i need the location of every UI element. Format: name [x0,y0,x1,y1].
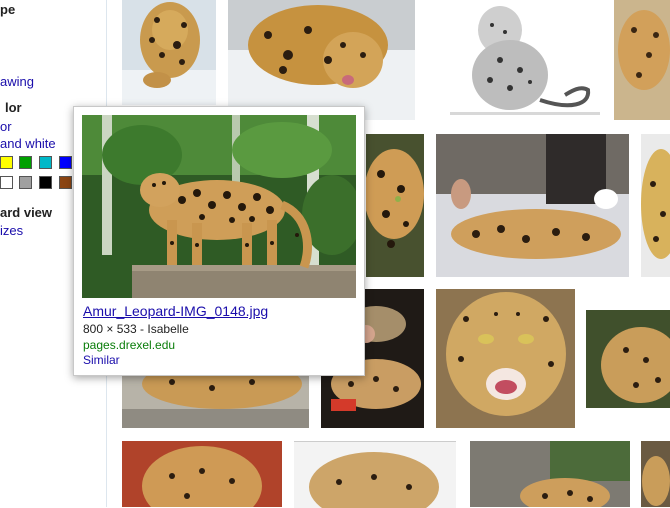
image-result[interactable] [614,0,670,120]
image-result[interactable] [470,441,630,507]
show-sizes-link[interactable]: izes [0,223,23,238]
preview-title-link[interactable]: Amur_Leopard-IMG_0148.jpg [83,303,268,319]
image-result[interactable] [641,134,670,277]
image-result[interactable] [586,310,670,408]
image-result[interactable] [430,0,612,120]
view-heading: ard view [0,205,53,220]
image-result[interactable] [366,134,424,277]
preview-dimensions: 800 × 533 - Isabelle [83,322,189,336]
swatch-white[interactable] [0,176,13,189]
image-result[interactable] [641,441,670,507]
image-result[interactable] [122,441,282,507]
image-result[interactable] [122,0,216,105]
preview-image[interactable] [82,115,356,298]
color-black-white-link[interactable]: and white [0,136,56,151]
swatch-yellow[interactable] [0,156,13,169]
swatch-black[interactable] [39,176,52,189]
image-result[interactable] [122,374,309,428]
color-heading: lor [5,100,22,115]
image-result[interactable] [294,441,456,508]
swatch-green[interactable] [19,156,32,169]
similar-images-link[interactable]: Similar [83,353,120,367]
swatch-gray[interactable] [19,176,32,189]
color-full-link[interactable]: or [0,119,12,134]
swatch-blue[interactable] [59,156,72,169]
type-heading: pe [0,2,16,17]
image-result[interactable] [228,0,415,120]
preview-domain: pages.drexel.edu [83,338,176,352]
swatch-brown[interactable] [59,176,72,189]
type-line-drawing-link[interactable]: awing [0,74,34,89]
image-result[interactable] [436,134,629,277]
image-preview-popup: Amur_Leopard-IMG_0148.jpg 800 × 533 - Is… [73,106,365,376]
image-result[interactable] [436,289,575,428]
swatch-teal[interactable] [39,156,52,169]
